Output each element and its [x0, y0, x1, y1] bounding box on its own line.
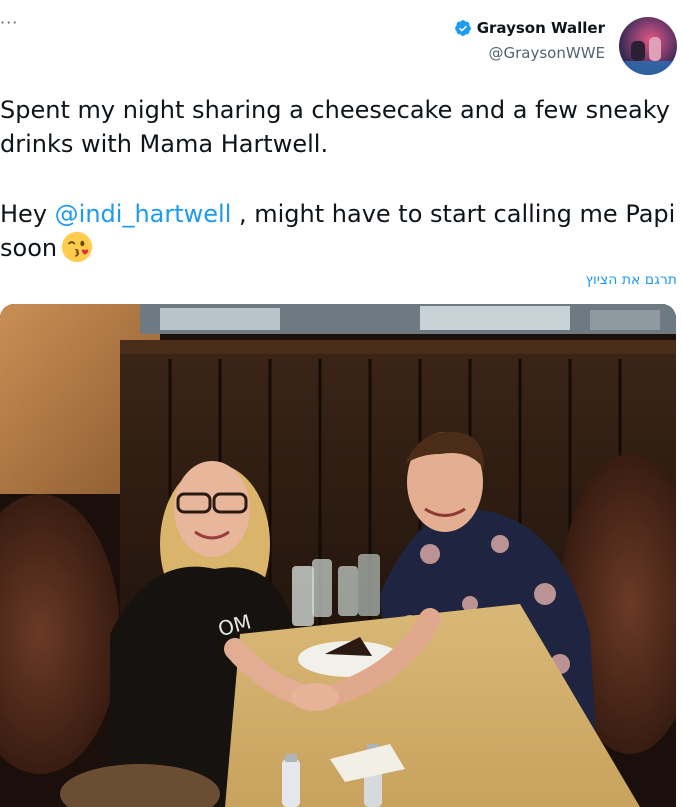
author-handle[interactable]: @GraysonWWE: [454, 43, 606, 63]
restaurant-photo-illustration: OM: [0, 304, 676, 807]
tweet-photo[interactable]: OM: [0, 304, 676, 807]
tweet-text-paragraph2: Hey @indi_hartwell , might have to start…: [0, 197, 680, 265]
kiss-wink-emoji-icon: [61, 231, 93, 263]
tweet-text-line1: Spent my night sharing a cheesecake and …: [0, 96, 670, 158]
verified-badge-icon: [454, 20, 471, 36]
tweet-text-hey: Hey: [0, 200, 55, 228]
more-options-icon[interactable]: ···: [0, 14, 22, 32]
author-display-name[interactable]: Grayson Waller: [477, 18, 605, 38]
author-name-row: Grayson Waller: [454, 18, 605, 38]
translate-tweet-link[interactable]: תרגם את הציוץ: [585, 270, 677, 290]
mention-link[interactable]: @indi_hartwell: [55, 200, 232, 228]
author-avatar[interactable]: [619, 17, 677, 75]
tweet-author: Grayson Waller @GraysonWWE: [454, 18, 605, 63]
tweet-text: Spent my night sharing a cheesecake and …: [0, 93, 680, 265]
